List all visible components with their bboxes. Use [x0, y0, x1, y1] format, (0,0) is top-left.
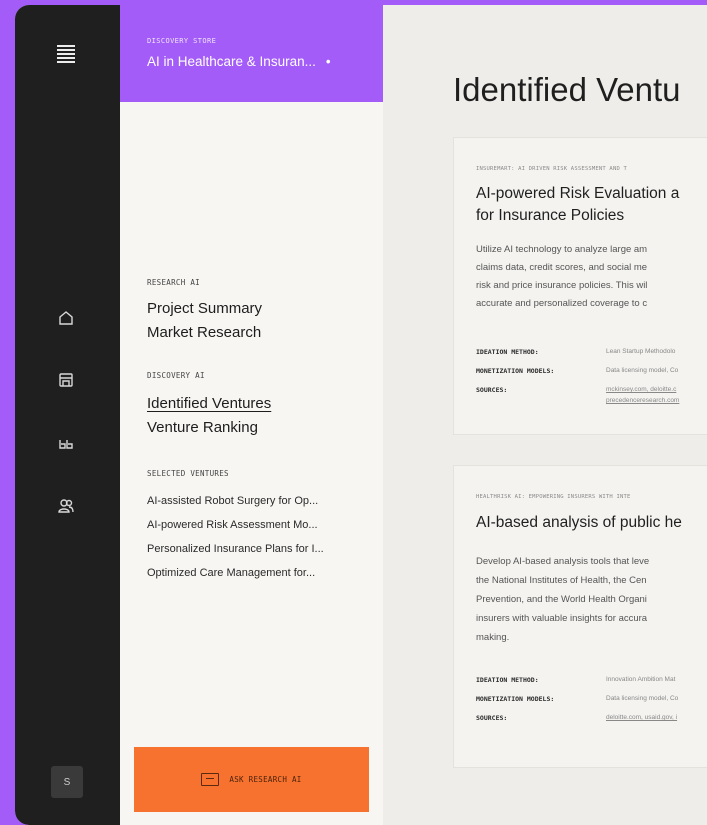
navigation-panel: DISCOVERY STORE AI in Healthcare & Insur…	[120, 5, 383, 825]
venture-description: Utilize AI technology to analyze large a…	[476, 244, 648, 255]
home-icon[interactable]	[55, 307, 77, 329]
store-icon[interactable]	[55, 369, 77, 391]
meta-value: Data licensing model, Co	[606, 367, 679, 374]
main-content: Identified Ventu INSUREMART: AI DRIVEN R…	[383, 5, 707, 825]
dropdown-dot-icon[interactable]: •	[326, 54, 331, 69]
venture-title: AI-based analysis of public he	[476, 514, 682, 531]
store-kicker: DISCOVERY STORE	[147, 37, 217, 45]
meta-key: MONETIZATION MODELS:	[476, 695, 555, 703]
source-link[interactable]: precedenceresearch.com	[606, 397, 679, 404]
meta-value: Lean Startup Methodolo	[606, 348, 676, 355]
selected-venture-item[interactable]: AI-powered Risk Assessment Mo...	[147, 519, 318, 531]
venture-description: the National Institutes of Health, the C…	[476, 575, 647, 586]
venture-card[interactable]: HEALTHRISK AI: EMPOWERING INSURERS WITH …	[453, 465, 707, 768]
venture-card[interactable]: INSUREMART: AI DRIVEN RISK ASSESSMENT AN…	[453, 137, 707, 435]
venture-description: insurers with valuable insights for accu…	[476, 613, 648, 624]
chat-icon	[201, 773, 220, 786]
venture-description: making.	[476, 632, 510, 643]
venture-title: AI-powered Risk Evaluation a	[476, 185, 680, 202]
section-label-research: RESEARCH AI	[147, 278, 200, 287]
meta-value: Data licensing model, Co	[606, 695, 679, 702]
quote-icon[interactable]	[55, 433, 77, 455]
venture-title: for Insurance Policies	[476, 207, 625, 224]
ask-research-ai-button[interactable]: ASK RESEARCH AI	[134, 747, 369, 812]
meta-key: IDEATION METHOD:	[476, 348, 539, 356]
meta-key: SOURCES:	[476, 714, 508, 722]
store-name-text: AI in Healthcare & Insuran...	[147, 54, 316, 69]
app-window: S DISCOVERY STORE AI in Healthcare & Ins…	[15, 5, 707, 825]
user-avatar[interactable]: S	[51, 766, 83, 798]
section-label-selected: SELECTED VENTURES	[147, 469, 229, 478]
venture-description: claims data, credit scores, and social m…	[476, 262, 648, 273]
venture-description: risk and price insurance policies. This …	[476, 280, 648, 291]
selected-venture-item[interactable]: AI-assisted Robot Surgery for Op...	[147, 495, 318, 507]
venture-description: accurate and personalized coverage to c	[476, 298, 648, 309]
icon-rail: S	[15, 5, 120, 825]
selected-venture-item[interactable]: Personalized Insurance Plans for I...	[147, 543, 324, 555]
nav-venture-ranking[interactable]: Venture Ranking	[147, 419, 258, 436]
section-label-discovery: DISCOVERY AI	[147, 371, 205, 380]
meta-key: MONETIZATION MODELS:	[476, 367, 555, 375]
meta-value: Innovation Ambition Mat	[606, 676, 676, 683]
nav-project-summary[interactable]: Project Summary	[147, 300, 262, 317]
page-title: Identified Ventu	[453, 71, 681, 108]
selected-venture-item[interactable]: Optimized Care Management for...	[147, 567, 315, 579]
source-link[interactable]: deloitte.com, usaid.gov, i	[606, 714, 677, 721]
store-selector[interactable]: DISCOVERY STORE AI in Healthcare & Insur…	[120, 5, 383, 102]
meta-key: IDEATION METHOD:	[476, 676, 539, 684]
source-link[interactable]: mckinsey.com, deloitte.c	[606, 386, 676, 393]
venture-tag: INSUREMART: AI DRIVEN RISK ASSESSMENT AN…	[476, 166, 627, 172]
venture-description: Develop AI-based analysis tools that lev…	[476, 556, 650, 567]
ask-research-ai-label: ASK RESEARCH AI	[229, 775, 302, 784]
nav-market-research[interactable]: Market Research	[147, 324, 261, 341]
venture-description: Prevention, and the World Health Organi	[476, 594, 647, 605]
meta-key: SOURCES:	[476, 386, 508, 394]
venture-tag: HEALTHRISK AI: EMPOWERING INSURERS WITH …	[476, 494, 631, 500]
nav-identified-ventures[interactable]: Identified Ventures	[147, 395, 271, 412]
users-icon[interactable]	[55, 495, 77, 517]
store-name: AI in Healthcare & Insuran... •	[147, 54, 383, 69]
menu-logo-icon[interactable]	[57, 45, 75, 65]
